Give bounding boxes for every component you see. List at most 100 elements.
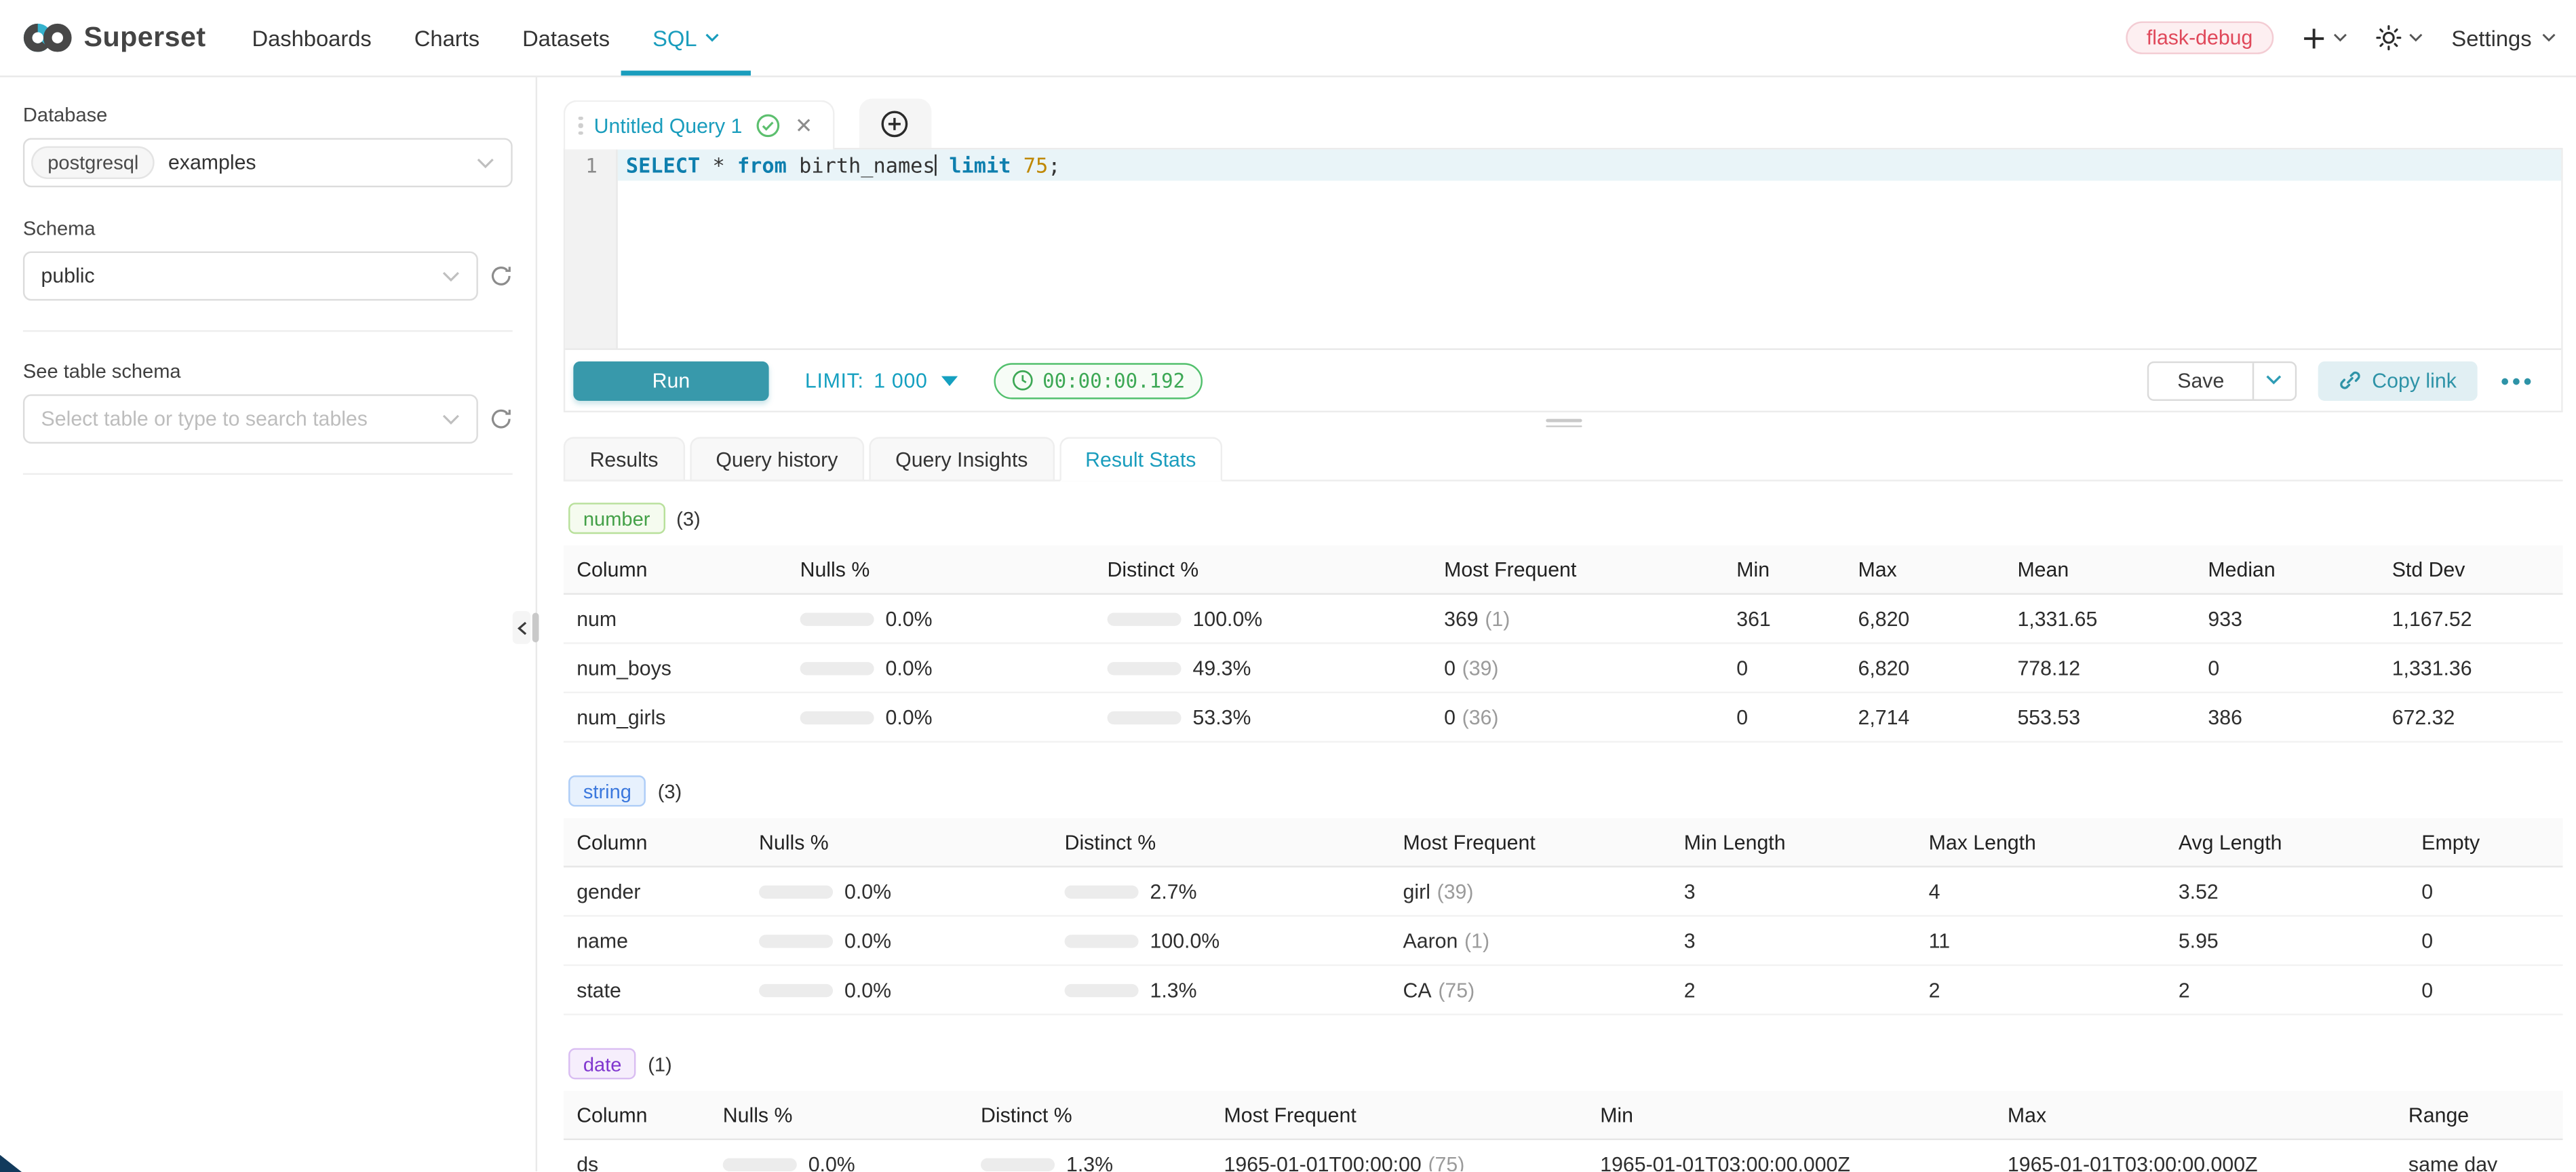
table-row: num0.0%100.0%369(1)3616,8201,331.659331,…	[564, 595, 2563, 644]
number-stats-table: ColumnNulls %Distinct %Most FrequentMinM…	[564, 545, 2563, 743]
nulls-pct-cell: 0.0%	[800, 657, 1108, 680]
nav-item-sql[interactable]: SQL	[652, 0, 720, 75]
chevron-down-icon	[2333, 33, 2348, 43]
pane-resize-handle[interactable]	[1545, 419, 1581, 427]
tab-result-stats[interactable]: Result Stats	[1059, 437, 1222, 481]
schema-value: public	[41, 265, 95, 288]
frequent-value: 369	[1444, 607, 1479, 630]
column-header: Range	[2408, 1103, 2563, 1127]
save-button[interactable]: Save	[2149, 362, 2252, 398]
limit-dropdown[interactable]: LIMIT: 1 000	[805, 369, 957, 392]
stat-value-cell: 361	[1736, 607, 1858, 630]
drag-handle-icon[interactable]	[579, 116, 583, 135]
schema-label: Schema	[23, 217, 513, 240]
progress-bar-track	[759, 884, 833, 897]
plus-circle-icon	[881, 109, 909, 137]
table-select[interactable]: Select table or type to search tables	[23, 394, 478, 444]
nav-item-dashboards[interactable]: Dashboards	[252, 0, 371, 75]
new-item-button[interactable]	[2302, 26, 2348, 50]
nav-item-charts[interactable]: Charts	[414, 0, 480, 75]
date-type-badge: date	[568, 1048, 636, 1079]
most-frequent-cell: 369 (1)	[1444, 607, 1736, 630]
column-header: Column	[577, 1103, 723, 1127]
stat-value-cell: 386	[2208, 705, 2392, 728]
nav-menu: Dashboards Charts Datasets SQL	[252, 0, 720, 75]
table-row: state0.0%1.3%CA(75)2220	[564, 966, 2563, 1015]
theme-toggle-button[interactable]	[2376, 24, 2423, 51]
more-options-button[interactable]: •••	[2501, 367, 2535, 393]
column-header: Nulls %	[800, 558, 1108, 581]
pct-value: 0.0%	[844, 880, 891, 903]
collapse-sidebar-button[interactable]	[513, 611, 531, 644]
column-header: Column	[577, 830, 759, 853]
most-frequent-cell: Aaron(1)	[1403, 929, 1684, 952]
query-tab-bar: Untitled Query 1 ✕	[564, 98, 2563, 148]
frequent-count: (36)	[1462, 705, 1499, 728]
nav-item-datasets[interactable]: Datasets	[522, 0, 610, 75]
frequent-count: (75)	[1428, 1152, 1464, 1171]
tab-query-insights[interactable]: Query Insights	[869, 437, 1054, 481]
save-options-caret[interactable]	[2252, 362, 2295, 398]
stat-value-cell: 933	[2208, 607, 2392, 630]
column-name-cell: ds	[577, 1152, 723, 1171]
column-header: Std Dev	[2392, 558, 2563, 581]
table-schema-label: See table schema	[23, 359, 513, 383]
frequent-count: (1)	[1485, 607, 1510, 630]
database-label: Database	[23, 104, 513, 127]
sql-editor[interactable]: 1 SELECT * from birth_names limit 75;	[565, 149, 2561, 348]
close-tab-icon[interactable]: ✕	[795, 115, 813, 136]
tab-query-history[interactable]: Query history	[690, 437, 865, 481]
refresh-schemas-icon[interactable]	[490, 265, 513, 288]
scrollbar-thumb[interactable]	[532, 612, 539, 642]
database-select[interactable]: postgresql examples	[23, 138, 513, 187]
distinct-pct-cell: 1.3%	[1065, 978, 1403, 1001]
sql-code-line[interactable]: SELECT * from birth_names limit 75;	[618, 149, 2561, 180]
refresh-tables-icon[interactable]	[490, 408, 513, 431]
number-type-badge: number	[568, 503, 665, 534]
table-header-row: ColumnNulls %Distinct %Most FrequentMinM…	[564, 1091, 2563, 1140]
stat-value-cell: 1965-01-01T03:00:00.000Z	[1600, 1152, 2008, 1171]
schema-select[interactable]: public	[23, 252, 478, 301]
frequent-value: Aaron	[1403, 929, 1458, 952]
superset-sql-lab: Superset Dashboards Charts Datasets SQL …	[0, 0, 2576, 1172]
run-button[interactable]: Run	[573, 361, 768, 400]
nulls-pct-cell: 0.0%	[759, 978, 1065, 1001]
most-frequent-cell: 1965-01-01T00:00:00(75)	[1224, 1152, 1601, 1171]
line-number: 1	[565, 153, 618, 176]
pct-value: 0.0%	[886, 705, 933, 728]
stat-value-cell: 1965-01-01T03:00:00.000Z	[2008, 1152, 2408, 1171]
superset-logo[interactable]: Superset	[23, 21, 206, 54]
query-tab[interactable]: Untitled Query 1 ✕	[564, 100, 834, 150]
table-header-row: ColumnNulls %Distinct %Most FrequentMinM…	[564, 545, 2563, 595]
column-header: Mean	[2017, 558, 2208, 581]
pct-value: 1.3%	[1150, 978, 1197, 1001]
query-timer-badge: 00:00:00.192	[994, 362, 1203, 398]
sql-token: 75	[1023, 153, 1048, 177]
type-badge-row: number(3)	[568, 503, 2563, 534]
column-name-cell: num_boys	[577, 657, 800, 680]
pct-value: 0.0%	[886, 607, 933, 630]
string-stats-table: ColumnNulls %Distinct %Most FrequentMin …	[564, 818, 2563, 1015]
tab-results[interactable]: Results	[564, 437, 684, 481]
progress-bar-track	[1065, 884, 1139, 897]
pct-value: 100.0%	[1150, 929, 1220, 952]
column-header: Distinct %	[1108, 558, 1445, 581]
progress-bar-track	[1108, 612, 1182, 625]
settings-menu[interactable]: Settings	[2451, 26, 2556, 50]
query-tab-title: Untitled Query 1	[594, 114, 743, 137]
chevron-down-icon	[2408, 33, 2423, 43]
stat-value-cell: 2,714	[1858, 705, 2017, 728]
brand-name: Superset	[84, 21, 206, 54]
progress-bar-track	[1065, 983, 1139, 996]
stat-value-cell: 0	[2421, 978, 2562, 1001]
chevron-down-icon	[2541, 33, 2556, 43]
column-header: Most Frequent	[1224, 1103, 1601, 1127]
nulls-pct-cell: 0.0%	[759, 929, 1065, 952]
column-header: Nulls %	[759, 830, 1065, 853]
frequent-count: (75)	[1438, 978, 1475, 1001]
copy-link-button[interactable]: Copy link	[2318, 361, 2478, 400]
stat-value-cell: 1,331.36	[2392, 657, 2563, 680]
add-query-tab-button[interactable]	[859, 98, 931, 148]
pct-value: 53.3%	[1193, 705, 1251, 728]
stat-value-cell: 2	[1929, 978, 2179, 1001]
